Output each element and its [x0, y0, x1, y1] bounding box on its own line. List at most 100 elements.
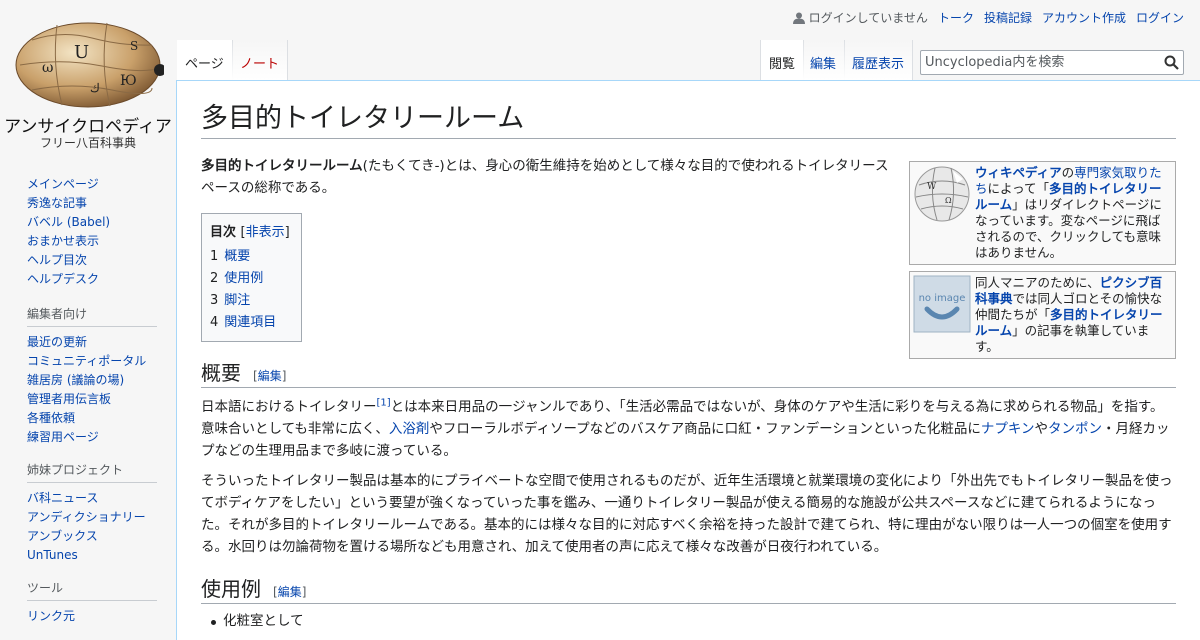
paragraph-text: 日本語におけるトイレタリー: [201, 399, 377, 416]
no-image-icon: no image: [913, 275, 971, 333]
svg-text:W: W: [927, 182, 937, 192]
tab-history[interactable]: 履歴表示: [844, 40, 914, 80]
wikipedia-link[interactable]: ウィキペディア: [975, 165, 1062, 180]
sidebar-item-babel[interactable]: バベル (Babel): [27, 215, 110, 229]
puzzle-globe-logo-icon: U ω Ю S ك: [15, 22, 164, 108]
toc-number: 2: [210, 271, 219, 287]
toc-item[interactable]: 1 概要: [210, 246, 290, 268]
napkin-link[interactable]: ナプキン: [981, 421, 1035, 437]
sidebar-item-sandbox[interactable]: 練習用ページ: [27, 430, 99, 444]
edit-section-link[interactable]: 編集: [258, 369, 282, 383]
wikipedia-notice-box: W Ω ウィキペディアの専門家気取りたちによって「多目的トイレタリールーム」はリ…: [909, 161, 1176, 265]
sidebar-item-requests[interactable]: 各種依頼: [27, 411, 75, 425]
sidebar-navigation: メインページ 秀逸な記事 バベル (Babel) おまかせ表示 ヘルプ目次 ヘル…: [27, 175, 157, 289]
toc-item[interactable]: 3 脚注: [210, 290, 290, 312]
login-status: ログインしていません: [792, 9, 928, 26]
site-logo[interactable]: U ω Ю S ك アンサイクロペディア フリー八百科事典: [0, 0, 176, 160]
talk-link[interactable]: トーク: [938, 9, 974, 26]
toc-link[interactable]: 脚注: [224, 293, 250, 308]
intro-paragraph: 多目的トイレタリールーム(たもくてき-)とは、身心の衛生維持を始めとして様々な目…: [201, 155, 891, 199]
edit-section-link[interactable]: 編集: [278, 585, 302, 599]
overview-paragraph-2: そういったトイレタリー製品は基本的にプライベートな空間で使用されるものだが、近年…: [201, 473, 1173, 556]
site-tagline: フリー八百科事典: [39, 136, 136, 150]
pixiv-notice-box: no image 同人マニアのために、ピクシブ百科事典では同人ゴロとその愉快な仲…: [909, 271, 1176, 359]
login-link[interactable]: ログイン: [1136, 9, 1184, 26]
sidebar-item-help-contents[interactable]: ヘルプ目次: [27, 253, 87, 267]
table-of-contents: 目次 [非表示] 1 概要 2 使用例 3 脚注 4 関連項目: [201, 213, 302, 343]
overview-paragraph-1: 日本語におけるトイレタリー[1]とは本来日用品の一ジャンルであり、「生活必需品で…: [201, 396, 1176, 462]
sidebar-item-village-pump[interactable]: 雑居房 (議論の場): [27, 373, 124, 387]
tab-page-label: ページ: [185, 57, 224, 72]
sidebar-sister-heading: 姉妹プロジェクト: [27, 461, 157, 483]
svg-text:Ю: Ю: [120, 73, 137, 89]
toc-link[interactable]: 関連項目: [224, 315, 276, 330]
wikipedia-notice-text: ウィキペディアの専門家気取りたちによって「多目的トイレタリールーム」はリダイレク…: [975, 165, 1172, 261]
user-icon: [792, 12, 805, 24]
sidebar-editors-heading: 編集者向け: [27, 305, 157, 327]
tab-edit[interactable]: 編集: [802, 40, 846, 80]
svg-text:S: S: [130, 39, 138, 53]
sidebar-item-main-page[interactable]: メインページ: [27, 177, 99, 191]
contributions-link[interactable]: 投稿記録: [984, 9, 1032, 26]
tab-history-label: 履歴表示: [852, 57, 905, 72]
toc-link[interactable]: 使用例: [224, 271, 263, 286]
paragraph-text: や: [1034, 421, 1049, 438]
list-item: 化粧室として: [211, 610, 1176, 632]
sidebar-item-featured[interactable]: 秀逸な記事: [27, 196, 87, 210]
svg-text:ω: ω: [42, 60, 53, 76]
sidebar-item-unbooks[interactable]: アンブックス: [27, 529, 98, 543]
sidebar-editors: 編集者向け 最近の更新 コミュニティポータル 雑居房 (議論の場) 管理者用伝言…: [27, 305, 157, 447]
login-status-text: ログインしていません: [808, 11, 928, 25]
notice-text: の: [1061, 165, 1075, 180]
toc-link[interactable]: 概要: [224, 249, 250, 264]
edit-section: [編集]: [253, 369, 287, 384]
tab-talk[interactable]: ノート: [232, 40, 289, 80]
usage-list: 化粧室として: [201, 610, 1176, 632]
svg-text:Ω: Ω: [945, 196, 952, 205]
sidebar-item-recent-changes[interactable]: 最近の更新: [27, 335, 87, 349]
svg-text:U: U: [74, 42, 89, 63]
sidebar-item-what-links-here[interactable]: リンク元: [27, 609, 75, 623]
pixiv-notice-text: 同人マニアのために、ピクシブ百科事典では同人ゴロとその愉快な仲間たちが「多目的ト…: [975, 275, 1172, 355]
sidebar: メインページ 秀逸な記事 バベル (Babel) おまかせ表示 ヘルプ目次 ヘル…: [0, 175, 176, 640]
reference-link[interactable]: [1]: [377, 398, 391, 409]
toc-title-text: 目次: [210, 225, 237, 241]
section-heading-usage: 使用例 [編集]: [201, 576, 1176, 605]
svg-text:ك: ك: [90, 81, 100, 95]
toc-item[interactable]: 4 関連項目: [210, 312, 290, 334]
toc-number: 4: [210, 315, 219, 331]
wikipedia-globe-icon: W Ω: [914, 166, 970, 222]
sidebar-item-unnews[interactable]: バ科ニュース: [27, 491, 98, 505]
tab-page[interactable]: ページ: [177, 40, 233, 80]
bath-salt-link[interactable]: 入浴剤: [389, 421, 430, 437]
tampon-link[interactable]: タンポン: [1048, 421, 1102, 437]
search-box: [920, 50, 1184, 75]
sidebar-item-admin-board[interactable]: 管理者用伝言板: [27, 392, 111, 406]
tab-talk-label: ノート: [240, 57, 280, 72]
toc-toggle: [非表示]: [240, 225, 290, 241]
tab-read[interactable]: 閲覧: [760, 40, 805, 80]
sidebar-item-undictionary[interactable]: アンディクショナリー: [27, 510, 146, 524]
create-account-link[interactable]: アカウント作成: [1042, 9, 1126, 26]
search-icon: [1164, 55, 1179, 70]
search-input[interactable]: [921, 51, 1151, 74]
sidebar-item-help-desk[interactable]: ヘルプデスク: [27, 272, 99, 286]
page-title: 多目的トイレタリールーム: [201, 101, 1176, 140]
toc-title: 目次 [非表示]: [210, 221, 290, 240]
tab-edit-label: 編集: [810, 57, 837, 72]
notice-text: 同人マニアのために、: [975, 275, 1100, 290]
section-heading-text: 概要: [201, 361, 241, 386]
sidebar-sister-projects: 姉妹プロジェクト バ科ニュース アンディクショナリー アンブックス UnTune…: [27, 461, 157, 565]
section-heading-text: 使用例: [201, 577, 261, 602]
paragraph-text: やフローラルボディソープなどのバスケア商品に口紅・ファンデーションといった化粧品…: [429, 421, 981, 438]
search-button[interactable]: [1164, 55, 1179, 74]
toc-item[interactable]: 2 使用例: [210, 268, 290, 290]
notice-text: によって「: [987, 181, 1050, 196]
sidebar-item-community-portal[interactable]: コミュニティポータル: [27, 354, 146, 368]
toc-hide-link[interactable]: 非表示: [246, 225, 285, 240]
sidebar-item-random[interactable]: おまかせ表示: [27, 234, 99, 248]
tab-read-label: 閲覧: [769, 57, 796, 72]
sidebar-tools: ツール リンク元: [27, 579, 157, 626]
sidebar-item-untunes[interactable]: UnTunes: [27, 548, 78, 562]
edit-section: [編集]: [273, 585, 307, 600]
